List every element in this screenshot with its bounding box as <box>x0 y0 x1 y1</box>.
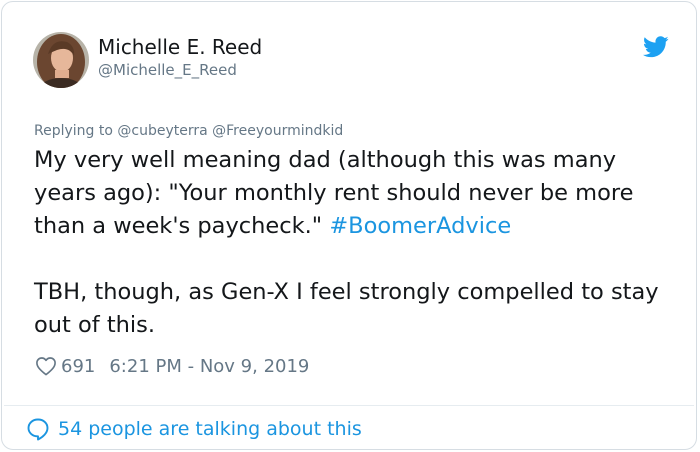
author-handle[interactable]: @Michelle_E_Reed <box>98 61 237 79</box>
tweet-text: My very well meaning dad (although this … <box>34 144 674 342</box>
reply-mentions[interactable]: @cubeyterra @Freeyourmindkid <box>117 123 343 139</box>
tweet-card: Michelle E. Reed @Michelle_E_Reed Replyi… <box>1 1 697 450</box>
talking-about-label[interactable]: 54 people are talking about this <box>58 418 362 440</box>
hashtag-link[interactable]: #BoomerAdvice <box>329 213 511 239</box>
avatar-photo <box>33 32 89 88</box>
avatar[interactable] <box>33 32 89 88</box>
talking-about-link[interactable]: 54 people are talking about this <box>26 416 362 442</box>
author-name[interactable]: Michelle E. Reed <box>98 35 262 59</box>
heart-outline-icon[interactable] <box>35 356 57 376</box>
tweet-paragraph-1: My very well meaning dad (although this … <box>34 144 674 243</box>
speech-bubble-icon <box>27 418 49 441</box>
tweet-paragraph-2: TBH, though, as Gen-X I feel strongly co… <box>34 279 659 338</box>
like-count[interactable]: 691 <box>61 356 95 377</box>
timestamp[interactable]: 6:21 PM - Nov 9, 2019 <box>109 356 309 377</box>
tweet-meta: 691 6:21 PM - Nov 9, 2019 <box>35 353 309 379</box>
divider <box>4 405 694 406</box>
replying-prefix: Replying to <box>34 123 113 139</box>
twitter-bird-icon[interactable] <box>643 36 669 58</box>
replying-to: Replying to @cubeyterra @Freeyourmindkid <box>34 123 343 139</box>
